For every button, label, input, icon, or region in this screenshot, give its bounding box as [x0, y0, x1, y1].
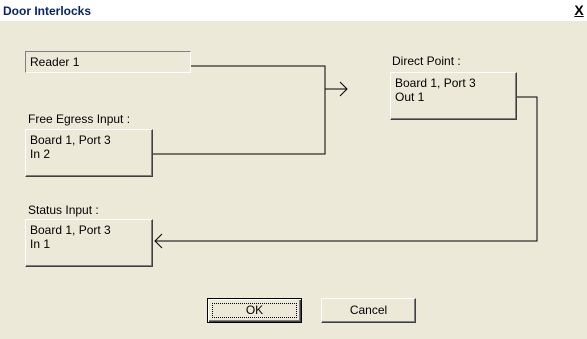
window-title: Door Interlocks: [3, 4, 92, 18]
reader-value: Reader 1: [30, 55, 80, 69]
direct-point-box[interactable]: Board 1, Port 3 Out 1: [390, 72, 517, 120]
direct-point-label: Direct Point :: [392, 54, 461, 68]
cancel-label: Cancel: [349, 303, 388, 317]
free-egress-line1: Board 1, Port 3: [30, 133, 111, 147]
status-input-line2: In 1: [30, 237, 51, 251]
close-icon: X: [574, 2, 584, 18]
free-egress-box[interactable]: Board 1, Port 3 In 2: [25, 129, 153, 177]
direct-point-line1: Board 1, Port 3: [395, 76, 476, 90]
title-bar: Door Interlocks X: [0, 0, 587, 21]
ok-button[interactable]: OK: [207, 298, 302, 323]
status-input-box[interactable]: Board 1, Port 3 In 1: [25, 219, 153, 267]
door-interlocks-dialog: Door Interlocks X Reader 1 Direct Point …: [0, 0, 587, 339]
free-egress-to-direct-point-line: [153, 89, 326, 155]
ok-focus-rect: [212, 303, 297, 318]
dialog-body: Reader 1 Direct Point : Board 1, Port 3 …: [0, 21, 587, 339]
status-input-line1: Board 1, Port 3: [30, 223, 111, 237]
cancel-button[interactable]: Cancel: [321, 298, 416, 323]
status-input-label: Status Input :: [28, 203, 99, 217]
reader-field: Reader 1: [25, 51, 191, 73]
free-egress-line2: In 2: [30, 147, 51, 161]
reader-to-direct-point-line: [191, 65, 347, 90]
free-egress-label: Free Egress Input :: [28, 112, 131, 126]
direct-point-line2: Out 1: [395, 90, 425, 104]
close-button[interactable]: X: [572, 2, 586, 18]
